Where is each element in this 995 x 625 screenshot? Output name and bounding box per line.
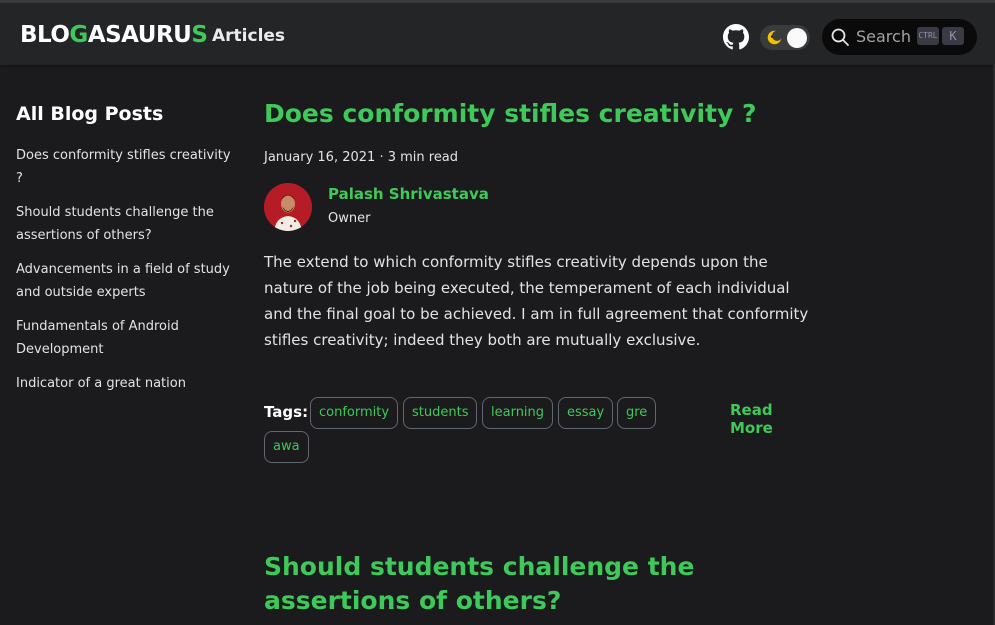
sidebar-item-conformity[interactable]: Does conformity stifles creativity ? <box>16 144 231 190</box>
search-button[interactable]: Search CTRL K <box>822 19 977 55</box>
toggle-knob <box>787 27 807 48</box>
tag-learning[interactable]: learning <box>482 397 554 429</box>
sidebar-item-great-nation[interactable]: Indicator of a great nation <box>16 372 231 395</box>
blog-post: Should students challenge the assertions… <box>264 550 814 618</box>
author-avatar[interactable] <box>264 183 312 231</box>
blog-post: Does conformity stifles creativity ? Jan… <box>264 97 814 467</box>
sidebar-item-students-challenge[interactable]: Should students challenge the assertions… <box>16 201 231 247</box>
kbd-ctrl: CTRL <box>917 27 939 45</box>
sidebar: All Blog Posts Does conformity stifles c… <box>16 100 231 406</box>
sidebar-item-android[interactable]: Fundamentals of Android Development <box>16 315 231 361</box>
nav-articles-link[interactable]: Articles <box>212 25 285 47</box>
tags-row: Tags: conformity students learning essay… <box>264 397 814 467</box>
kbd-k: K <box>942 27 964 45</box>
post-title[interactable]: Should students challenge the assertions… <box>264 550 814 618</box>
author-block: Palash Shrivastava Owner <box>264 183 814 235</box>
tag-gre[interactable]: gre <box>617 397 657 429</box>
tag-awa[interactable]: awa <box>264 431 309 463</box>
tag-students[interactable]: students <box>403 397 478 429</box>
author-name[interactable]: Palash Shrivastava <box>328 185 489 203</box>
moon-icon <box>767 30 783 45</box>
sidebar-list: Does conformity stifles creativity ? Sho… <box>16 144 231 395</box>
github-icon[interactable] <box>723 24 749 50</box>
navbar: BLOGASAURUS Articles Search CTRL K <box>0 0 995 65</box>
tag-conformity[interactable]: conformity <box>310 397 399 429</box>
sidebar-item-advancements[interactable]: Advancements in a field of study and out… <box>16 258 231 304</box>
site-logo[interactable]: BLOGASAURUS <box>20 20 208 50</box>
post-excerpt: The extend to which conformity stifles c… <box>264 253 809 349</box>
post-title[interactable]: Does conformity stifles creativity ? <box>264 97 814 131</box>
search-icon <box>831 28 849 46</box>
tag-essay[interactable]: essay <box>558 397 614 429</box>
search-placeholder: Search <box>856 27 911 46</box>
post-meta: January 16, 2021 · 3 min read <box>264 150 459 165</box>
theme-toggle[interactable] <box>760 25 810 50</box>
sidebar-title: All Blog Posts <box>16 103 164 125</box>
tags-label: Tags: <box>264 403 309 421</box>
author-role: Owner <box>328 211 371 226</box>
read-more-link[interactable]: Read More <box>730 401 814 437</box>
